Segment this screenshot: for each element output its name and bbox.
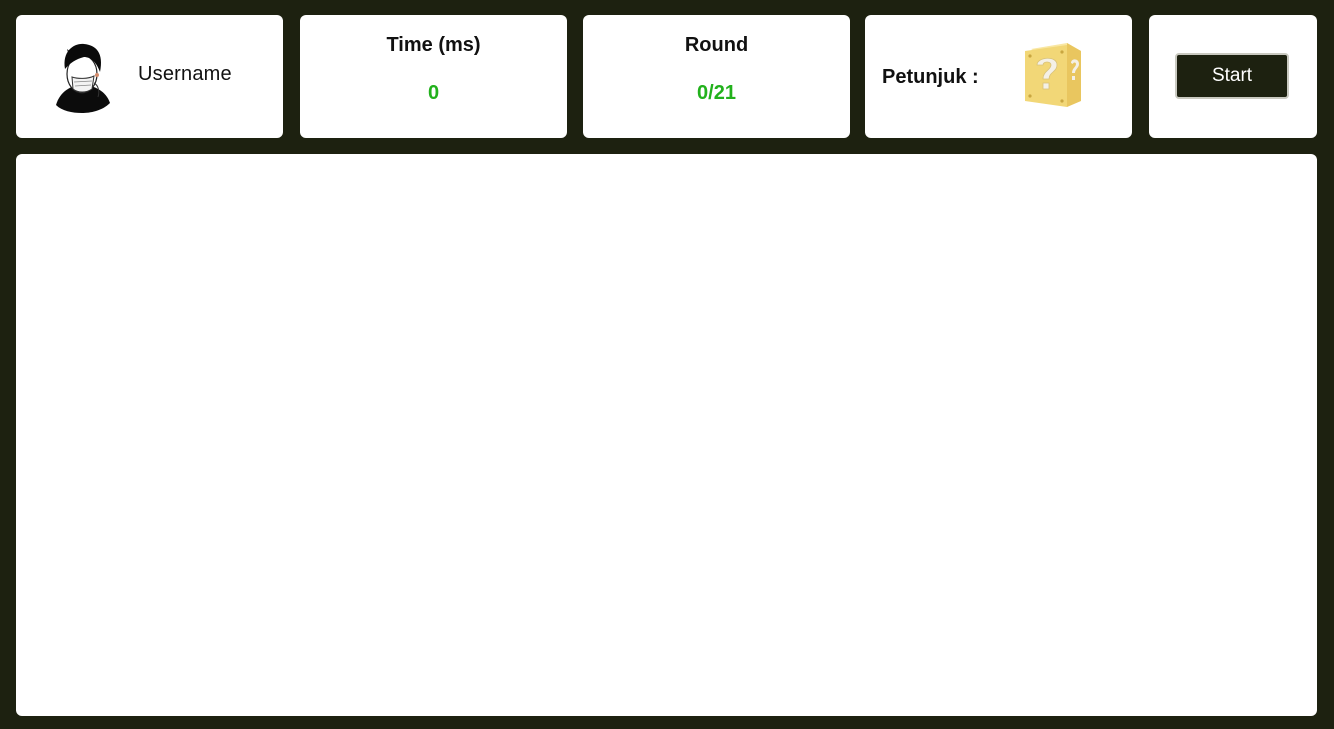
start-button[interactable]: Start [1175,53,1289,99]
user-card: Username [16,15,283,138]
time-card: Time (ms) 0 [300,15,567,138]
round-card: Round 0/21 [583,15,850,138]
start-card: Start [1149,15,1317,138]
time-title: Time (ms) [386,34,481,56]
avatar-icon [56,43,110,113]
round-title: Round [684,34,749,56]
game-area[interactable] [16,154,1317,716]
username-label: Username [138,63,232,85]
question-block-icon[interactable] [1023,41,1083,109]
hint-card: Petunjuk : [865,15,1132,138]
hint-label: Petunjuk : [882,66,979,88]
time-value: 0 [427,82,440,104]
round-value: 0/21 [697,82,736,104]
